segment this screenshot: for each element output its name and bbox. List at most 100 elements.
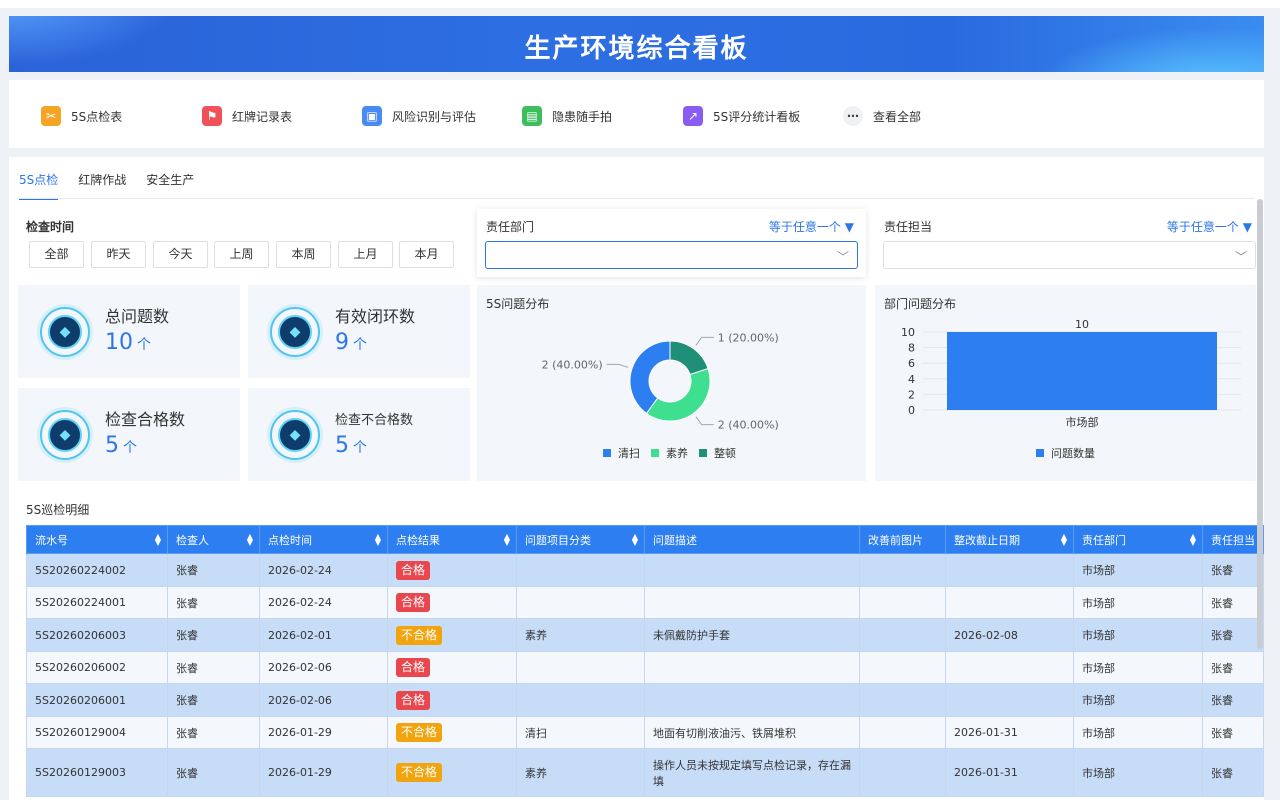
shortcut-5s-score-dashboard[interactable]: ↗ 5S评分统计看板 [683,106,800,126]
cell-before-image [859,586,946,619]
pie-slice-2[interactable] [669,340,709,376]
legend-swatch[interactable] [651,449,659,457]
shortcut-hazard-photo[interactable]: ▤ 隐患随手拍 [522,106,612,126]
tab-safety-production[interactable]: 安全生产 [146,171,194,200]
cell-inspection-result: 合格 [387,683,517,717]
column-header-inspector[interactable]: 检查人 ▲ ▼ [167,525,260,554]
cell-inspection-time: 2026-02-24 [259,586,388,619]
chevron-down-icon: ﹀ [836,250,849,264]
legend-swatch[interactable] [699,449,707,457]
caret-down-icon: ▼ [1242,220,1252,234]
kpi-unit: 个 [353,440,367,456]
inspection-time-label: 检查时间 [26,220,75,234]
time-filter-last-month[interactable]: 上月 [338,241,393,268]
cell-issue-description [644,553,860,587]
column-header-issue-category[interactable]: 问题项目分类 ▲ ▼ [516,525,645,554]
shortcut-view-all[interactable]: ⋯ 查看全部 [843,106,921,126]
shortcut-risk-assessment[interactable]: ▣ 风险识别与评估 [362,106,476,126]
owner-filter-operator[interactable]: 等于任意一个 ▼ [1167,218,1252,235]
column-header-issue-description[interactable]: 问题描述 [644,525,860,554]
cell-inspection-time: 2026-02-24 [259,553,388,587]
bar-chart: 0 2 4 6 8 10 10 市场部问题数量 [901,318,1241,460]
table-row[interactable]: 5S20260206001 张睿 2026-02-06 合格 市场部 张睿 [26,683,1264,717]
kpi-total-issues: ◆ 总问题数 10 个 [18,285,240,378]
shortcut-label: 5S评分统计看板 [713,109,801,124]
sort-icon[interactable]: ▲ ▼ [504,533,510,547]
pie-slice-1[interactable] [645,368,711,422]
table-row[interactable]: 5S20260129003 张睿 2026-01-29 不合格 素养 操作人员未按规定填写… [26,748,1264,797]
legend-label[interactable]: 问题数量 [1051,447,1095,460]
column-header-due-date[interactable]: 整改截止日期 ▲ ▼ [945,525,1074,554]
legend-label[interactable]: 素养 [666,446,688,460]
table-row[interactable]: 5S20260129004 张睿 2026-01-29 不合格 清扫 地面有切削液油污、铁… [26,716,1264,749]
owner-operator-text: 等于任意一个 [1166,220,1239,234]
chevron-down-icon: ﹀ [1234,250,1247,264]
legend-label[interactable]: 整顿 [714,446,736,460]
bar-chart-card: 部门问题分布 0 2 4 6 8 10 10 市场部 问题数量 [875,285,1256,481]
kpi-value: 5个 [105,433,137,458]
legend-swatch[interactable] [603,449,611,457]
cell-serial-number: 5S20260206003 [26,618,168,652]
table-row[interactable]: 5S20260206003 张睿 2026-02-01 不合格 素养 未佩戴防护手套 202… [26,618,1264,652]
column-header-inspection-time[interactable]: 点检时间 ▲ ▼ [259,525,388,554]
shortcut-5s-checklist[interactable]: ✂ 5S点检表 [41,106,122,126]
kpi-label: 检查不合格数 [335,413,414,428]
dept-select[interactable]: ﹀ [485,241,858,269]
time-filter-today[interactable]: 今天 [153,241,208,268]
kpi-unit: 个 [353,337,367,353]
result-badge: 合格 [396,593,431,612]
owner-select[interactable]: ﹀ [883,241,1256,269]
cell-serial-number: 5S20260129003 [26,748,168,797]
time-filter-last-week[interactable]: 上周 [214,241,269,268]
legend-label[interactable]: 清扫 [618,447,640,460]
table-body: 5S20260224002 张睿 2026-02-24 合格 市场部 张睿 5S202602… [26,553,1264,797]
sort-icon[interactable]: ▲ ▼ [247,533,253,547]
kpi-number: 10 [105,330,133,355]
cell-inspector: 张睿 [167,586,260,619]
cell-before-image [859,683,946,717]
time-filter-all[interactable]: 全部 [29,241,84,268]
page-scrollbar[interactable] [1257,199,1263,649]
bar-value-label: 10 [1075,318,1089,331]
column-header-responsible-owner[interactable]: 责任担当 [1202,525,1264,554]
column-header-label: 点检结果 [396,533,440,547]
time-filter-this-month[interactable]: 本月 [399,241,454,268]
cell-serial-number: 5S20260224002 [26,553,168,587]
bar[interactable] [947,332,1217,410]
dept-filter-operator[interactable]: 等于任意一个 ▼ [769,218,854,235]
column-header-before-image[interactable]: 改善前图片 [859,525,946,554]
kpi-value: 5个 [335,433,367,458]
sort-icon[interactable]: ▲ ▼ [632,533,638,547]
sort-icon[interactable]: ▲ ▼ [1061,533,1067,547]
column-header-inspection-result[interactable]: 点检结果 ▲ ▼ [387,525,517,554]
table-row[interactable]: 5S20260206002 张睿 2026-02-06 合格 市场部 张睿 [26,651,1264,684]
cell-inspection-result: 不合格 [387,748,517,797]
cell-issue-description [644,586,860,619]
cell-due-date [945,586,1074,619]
table-row[interactable]: 5S20260224001 张睿 2026-02-24 合格 市场部 张睿 [26,586,1264,619]
cell-inspector: 张睿 [167,618,260,652]
table-title: 5S巡检明细 [26,503,90,517]
tab-5s-inspection[interactable]: 5S点检 [19,171,59,200]
caret-down-icon: ▼ [844,220,854,234]
dept-filter: 责任部门 等于任意一个 ▼ ﹀ [477,209,866,277]
kpi-number: 9 [335,330,349,355]
legend-swatch[interactable] [1036,449,1044,457]
column-header-responsible-dept[interactable]: 责任部门 ▲ ▼ [1073,525,1203,554]
column-header-serial-number[interactable]: 流水号 ▲ ▼ [26,525,168,554]
column-header-label: 问题描述 [653,533,697,547]
column-header-label: 点检时间 [268,533,312,547]
time-filter-yesterday[interactable]: 昨天 [91,241,146,268]
sort-icon[interactable]: ▲ ▼ [375,533,381,547]
table-row[interactable]: 5S20260224002 张睿 2026-02-24 合格 市场部 张睿 [26,553,1264,587]
sort-icon[interactable]: ▲ ▼ [155,533,161,547]
cell-issue-category [516,651,645,684]
pie-data-label: 2 (40.00%) [718,419,779,432]
tab-red-tag[interactable]: 红牌作战 [78,171,126,200]
result-badge: 合格 [396,658,431,677]
time-filter-this-week[interactable]: 本周 [276,241,331,268]
sort-icon[interactable]: ▲ ▼ [1190,533,1196,547]
cell-responsible-owner: 张睿 [1202,586,1264,619]
shortcut-red-tag-record[interactable]: ⚑ 红牌记录表 [202,106,292,126]
briefcase-icon: ▣ [362,106,382,126]
